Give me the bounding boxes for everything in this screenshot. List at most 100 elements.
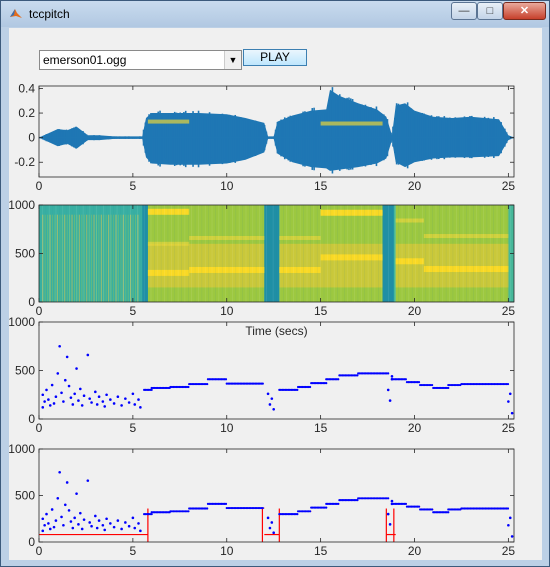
- x-tick-label: 10: [220, 304, 234, 318]
- spectrogram-harmonic: [320, 254, 383, 261]
- pitch-point: [71, 403, 75, 406]
- y-tick-label: 0: [28, 131, 35, 145]
- pitch-point: [404, 378, 407, 381]
- smoothed-pitch-axes: 0 5 10 15 20 25 1000 500 0: [9, 442, 515, 558]
- pitch-point: [88, 521, 91, 524]
- pitch-point: [272, 531, 275, 534]
- pitch-point: [56, 372, 60, 375]
- pitch-point: [388, 399, 392, 402]
- x-tick-label: 20: [408, 179, 422, 193]
- pitch-point: [224, 378, 228, 381]
- pitch-point: [510, 535, 514, 538]
- x-tick-label: 15: [314, 544, 328, 558]
- pitch-point: [337, 502, 340, 505]
- pitch-point: [45, 388, 48, 392]
- pitch-point: [43, 523, 46, 527]
- pitch-point: [62, 400, 65, 403]
- pitch-point: [88, 397, 91, 400]
- pitch-point: [116, 395, 120, 398]
- matlab-logo-icon: [10, 9, 22, 18]
- pitch-point: [95, 526, 99, 530]
- minimize-button[interactable]: —: [451, 2, 477, 20]
- y-tick-label: 0: [28, 412, 35, 426]
- x-tick-label: 15: [314, 421, 328, 435]
- spectrogram-voiced-band: [395, 243, 509, 288]
- pitch-point: [48, 404, 52, 407]
- pitch-point: [50, 508, 54, 511]
- pitch-point: [137, 398, 140, 401]
- pitch-point: [120, 404, 123, 407]
- pitch-point: [390, 375, 394, 378]
- y-tick-label: 1000: [9, 442, 35, 456]
- pitch-point: [63, 503, 67, 507]
- close-button[interactable]: ✕: [503, 2, 546, 20]
- x-tick-label: 15: [314, 304, 328, 318]
- maximize-button[interactable]: □: [477, 2, 503, 20]
- x-tick-label: 5: [130, 544, 137, 558]
- pitch-point: [137, 522, 140, 525]
- pitch-point: [261, 382, 264, 385]
- pitch-point: [120, 527, 123, 531]
- pitch-point: [417, 381, 421, 384]
- pitch-point: [150, 388, 153, 391]
- x-tick-label: 20: [408, 421, 422, 435]
- x-tick-label: 0: [36, 304, 43, 318]
- pitch-point: [56, 496, 60, 500]
- pitch-point: [101, 523, 105, 527]
- pitch-point: [506, 382, 510, 386]
- pitch-point: [54, 519, 58, 522]
- pitch-point: [101, 400, 105, 403]
- x-tick-label: 5: [130, 421, 137, 435]
- pitch-point: [90, 401, 93, 404]
- y-tick-label: 0.4: [18, 81, 35, 95]
- x-tick-label: 10: [220, 179, 234, 193]
- pitch-point: [206, 382, 209, 386]
- pitch-point: [337, 378, 340, 381]
- pitch-point: [60, 515, 63, 519]
- pitch-point: [47, 522, 50, 525]
- x-tick-label: 0: [36, 179, 43, 193]
- pitch-point: [296, 388, 299, 391]
- plots-area: 0 5 10 15 20 250.40.20-0.2 0 5 10 15 20 2510005000…: [9, 81, 516, 558]
- x-tick-label: 0: [36, 421, 43, 435]
- pitch-point: [77, 399, 80, 402]
- pitch-point: [507, 523, 510, 527]
- y-tick-label: 1000: [9, 315, 35, 329]
- pitch-point: [124, 397, 127, 400]
- pitch-point: [325, 382, 328, 385]
- pitch-point: [390, 377, 394, 381]
- pitch-point: [270, 521, 274, 524]
- pitch-point: [105, 393, 108, 397]
- pitch-point: [510, 411, 514, 415]
- pitch-point: [270, 397, 274, 400]
- waveform-axes: 0 5 10 15 20 250.40.20-0.2: [14, 81, 515, 193]
- pitch-point: [507, 400, 510, 403]
- pitch-point: [112, 402, 116, 405]
- pitch-point: [206, 507, 209, 510]
- spectrogram-harmonic-2: [395, 218, 424, 223]
- pitch-point: [386, 388, 390, 392]
- x-tick-label: 5: [130, 304, 137, 318]
- pitch-point: [105, 517, 108, 521]
- pitch-point: [69, 396, 73, 399]
- spectrogram-harmonic: [423, 266, 509, 273]
- pitch-point: [187, 510, 190, 513]
- pitch-point: [268, 526, 272, 530]
- pitch-point: [261, 506, 264, 510]
- window-title: tccpitch: [29, 7, 70, 21]
- pitch-point: [431, 508, 434, 511]
- pitch-point: [43, 400, 46, 403]
- spectrogram-harmonic-2: [320, 121, 383, 126]
- pitch-point: [82, 394, 86, 398]
- pitch-point: [508, 516, 512, 520]
- y-tick-label: 500: [15, 247, 35, 261]
- pitch-point: [60, 391, 63, 395]
- x-tick-label: 25: [502, 421, 516, 435]
- spectrogram-harmonic-2: [147, 119, 190, 124]
- pitch-point: [417, 505, 421, 508]
- pitch-point: [67, 509, 71, 512]
- pitch-point: [71, 526, 75, 530]
- pitch-point: [80, 404, 84, 407]
- pitch-point: [65, 481, 69, 484]
- pitch-point: [86, 479, 90, 482]
